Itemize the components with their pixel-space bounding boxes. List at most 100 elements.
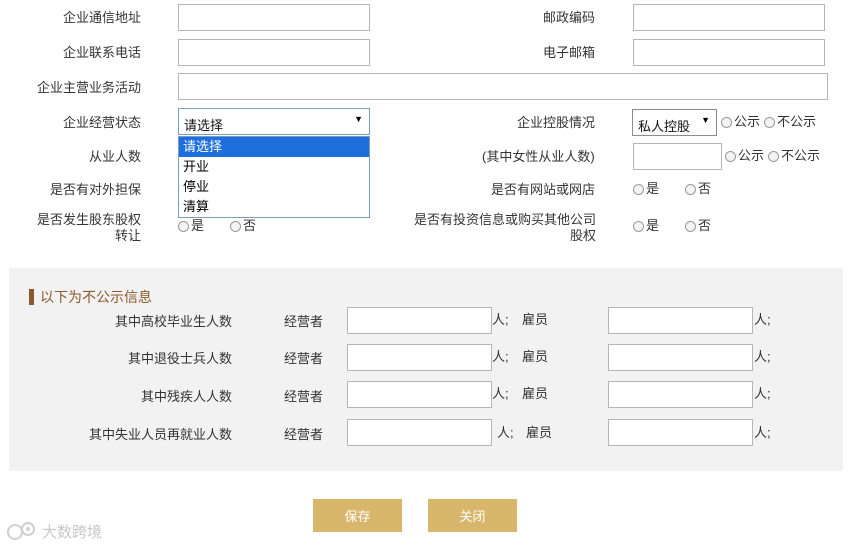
postal-code-label: 邮政编码 [543,10,596,25]
equity-transfer-label-line1: 是否发生股东股权 [36,212,141,227]
status-option-please-select[interactable]: 请选择 [179,137,369,157]
employee-label: 雇员 [522,349,549,364]
radio-icon [725,150,736,162]
operator-label: 经营者 [284,389,324,404]
status-option-suspended[interactable]: 停业 [179,177,369,197]
public-label: 公示 [738,148,765,163]
reemployed-employee-input[interactable] [608,419,753,446]
radio-icon [230,220,241,232]
public-label: 公示 [734,114,761,129]
unit-label: 人; [754,425,771,440]
veterans-operator-input[interactable] [347,344,492,371]
equity-yes-radio[interactable]: 是 [178,218,204,234]
yes-label: 是 [646,181,660,196]
veterans-label: 其中退役士兵人数 [127,351,232,366]
graduates-label: 其中高校毕业生人数 [114,314,232,329]
holding-select[interactable]: 私人控股 ▼ [632,109,717,136]
employee-label: 雇员 [522,386,549,401]
website-label: 是否有网站或网店 [491,182,596,197]
radio-icon [633,220,644,232]
holding-label: 企业控股情况 [517,115,596,130]
email-label: 电子邮箱 [543,45,596,60]
investment-label: 是否有投资信息或购买其他公司 股权 [400,212,596,244]
unit-label: 人; [497,425,514,440]
operating-status-select[interactable]: 请选择 ▼ [178,108,370,135]
investment-yes-radio[interactable]: 是 [633,218,659,234]
unit-label: 人; [492,312,509,327]
radio-icon [768,150,779,162]
disabled-employee-input[interactable] [608,381,753,408]
no-label: 否 [698,181,712,196]
status-option-open[interactable]: 开业 [179,157,369,177]
female-employees-label: (其中女性从业人数) [482,149,595,164]
dropdown-arrow-icon: ▼ [354,114,363,124]
watermark-text: 大数跨境 [42,523,103,541]
holding-public-radio[interactable]: 公示 [721,114,760,130]
radio-icon [633,183,644,195]
veterans-employee-input[interactable] [608,344,753,371]
email-input[interactable] [633,39,825,66]
radio-icon [178,220,189,232]
reemployed-label: 其中失业人员再就业人数 [88,427,232,442]
yes-label: 是 [191,218,205,233]
radio-icon [721,116,732,128]
female-public-radio[interactable]: 公示 [725,148,764,164]
business-activity-label: 企业主营业务活动 [37,80,142,95]
employees-label: 从业人数 [89,149,142,164]
employee-label: 雇员 [526,425,553,440]
phone-input[interactable] [178,39,370,66]
address-input[interactable] [178,4,370,31]
employee-label: 雇员 [522,312,549,327]
disabled-label: 其中残疾人人数 [140,389,232,404]
nonpublic-section-title-text: 以下为不公示信息 [40,289,152,305]
business-activity-input[interactable] [178,73,828,100]
yes-label: 是 [646,218,660,233]
unit-label: 人; [754,386,771,401]
website-no-radio[interactable]: 否 [685,181,711,197]
no-label: 否 [243,218,257,233]
disabled-operator-input[interactable] [347,381,492,408]
address-label: 企业通信地址 [63,10,142,25]
unit-label: 人; [754,349,771,364]
save-button[interactable]: 保存 [313,499,402,532]
equity-transfer-label: 是否发生股东股权 转让 [30,212,141,244]
reemployed-operator-input[interactable] [347,419,492,446]
unit-label: 人; [492,386,509,401]
nonpublic-label: 不公示 [777,114,817,129]
operating-status-value: 请选择 [184,118,224,133]
female-nonpublic-radio[interactable]: 不公示 [768,148,820,164]
investment-no-radio[interactable]: 否 [685,218,711,234]
postal-code-input[interactable] [633,4,825,31]
operating-status-dropdown[interactable]: 请选择 开业 停业 清算 [178,136,370,218]
status-option-liquidation[interactable]: 清算 [179,197,369,217]
investment-label-line2: 股权 [569,228,596,243]
unit-label: 人; [492,349,509,364]
radio-icon [685,183,696,195]
graduates-employee-input[interactable] [608,307,753,334]
investment-label-line1: 是否有投资信息或购买其他公司 [413,212,596,227]
radio-icon [685,220,696,232]
nonpublic-section-title: 以下为不公示信息 [29,287,152,307]
phone-label: 企业联系电话 [63,45,142,60]
holding-value: 私人控股 [638,119,691,134]
close-button[interactable]: 关闭 [428,499,517,532]
no-label: 否 [698,218,712,233]
equity-no-radio[interactable]: 否 [230,218,256,234]
guarantee-label: 是否有对外担保 [50,182,142,197]
holding-nonpublic-radio[interactable]: 不公示 [764,114,816,130]
radio-icon [764,116,775,128]
website-yes-radio[interactable]: 是 [633,181,659,197]
unit-label: 人; [754,312,771,327]
nonpublic-label: 不公示 [781,148,821,163]
operating-status-label: 企业经营状态 [63,115,142,130]
equity-transfer-label-line2: 转让 [114,228,141,243]
dropdown-arrow-icon: ▼ [701,115,710,125]
watermark: 大数跨境 [6,520,102,542]
graduates-operator-input[interactable] [347,307,492,334]
operator-label: 经营者 [284,314,324,329]
female-employees-input[interactable] [633,143,722,170]
watermark-logo-icon [7,522,35,540]
section-marker-icon [29,289,34,305]
operator-label: 经营者 [284,427,324,442]
operator-label: 经营者 [284,351,324,366]
